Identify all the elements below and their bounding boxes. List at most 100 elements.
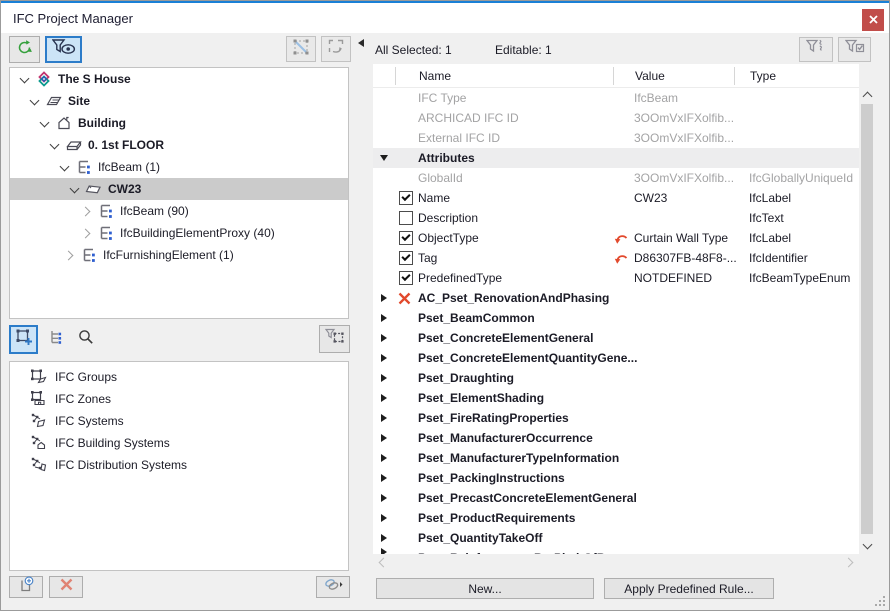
chevron-down-icon[interactable] xyxy=(50,140,60,150)
tree-item-ifcbeam-90[interactable]: IfcBeam (90) xyxy=(10,200,348,222)
table-row[interactable]: GlobalId 3OOmVxIFXolfib... IfcGloballyUniq… xyxy=(373,168,859,188)
triangle-down-icon[interactable] xyxy=(380,155,388,161)
triangle-right-icon[interactable] xyxy=(381,374,387,382)
tree-item-ifcbuildingelementproxy[interactable]: IfcBuildingElementProxy (40) xyxy=(10,222,348,244)
table-row[interactable]: ObjectType Curtain Wall Type IfcLabel xyxy=(373,228,859,248)
triangle-right-icon[interactable] xyxy=(381,434,387,442)
table-pset-row[interactable]: Pset_ManufacturerTypeInformation xyxy=(373,448,859,468)
add-item-button[interactable] xyxy=(9,576,43,598)
apply-predefined-rule-button[interactable]: Apply Predefined Rule... xyxy=(604,578,774,599)
table-pset-row[interactable]: Pset_PrecastConcreteElementGeneral xyxy=(373,488,859,508)
list-item-ifc-building-systems[interactable]: IFC Building Systems xyxy=(10,432,348,454)
chevron-down-icon[interactable] xyxy=(40,118,50,128)
filter-scheme-button[interactable] xyxy=(799,37,833,62)
triangle-right-icon[interactable] xyxy=(381,548,387,554)
triangle-right-icon[interactable] xyxy=(381,394,387,402)
table-pset-row[interactable]: Pset_ReinforcementBarPitchOfBeam xyxy=(373,548,859,554)
column-header-type[interactable]: Type xyxy=(734,66,859,85)
triangle-right-icon[interactable] xyxy=(381,314,387,322)
close-button[interactable] xyxy=(862,9,884,31)
tree-item-ifcbeam-1[interactable]: IfcBeam (1) xyxy=(10,156,348,178)
chevron-down-icon[interactable] xyxy=(60,162,70,172)
horizontal-scrollbar[interactable] xyxy=(373,556,859,568)
scroll-right-icon[interactable] xyxy=(845,558,853,566)
list-item-ifc-groups[interactable]: IFC Groups xyxy=(10,366,348,388)
chevron-right-icon[interactable] xyxy=(65,250,75,260)
collapse-panel-arrow[interactable] xyxy=(358,39,364,47)
tree-item-site[interactable]: Site xyxy=(10,90,348,112)
triangle-right-icon[interactable] xyxy=(381,294,387,302)
table-pset-row[interactable]: Pset_PackingInstructions xyxy=(373,468,859,488)
tree-item-project[interactable]: The S House xyxy=(10,68,348,90)
triangle-right-icon[interactable] xyxy=(381,494,387,502)
table-row[interactable]: PredefinedType NOTDEFINED IfcBeamTypeEnum xyxy=(373,268,859,288)
table-pset-row[interactable]: Pset_ConcreteElementQuantityGene... xyxy=(373,348,859,368)
filter-editable-button[interactable] xyxy=(838,37,871,62)
table-row[interactable]: Name CW23 IfcLabel xyxy=(373,188,859,208)
delete-item-button[interactable] xyxy=(49,576,83,598)
table-group-row-attributes[interactable]: Attributes xyxy=(373,148,859,168)
triangle-right-icon[interactable] xyxy=(381,334,387,342)
table-pset-row[interactable]: Pset_Draughting xyxy=(373,368,859,388)
tree-item-cw23-selected[interactable]: CW23 xyxy=(10,178,348,200)
triangle-right-icon[interactable] xyxy=(381,474,387,482)
filter-visibility-toggle[interactable] xyxy=(45,36,82,63)
tree-item-label: IfcBeam (1) xyxy=(98,160,161,174)
title-bar[interactable]: IFC Project Manager xyxy=(1,3,889,33)
link-flyout-button[interactable] xyxy=(316,576,350,598)
tree-item-ifcfurnishingelement[interactable]: IfcFurnishingElement (1) xyxy=(10,244,348,266)
table-row[interactable]: Tag D86307FB-48F8-... IfcIdentifier xyxy=(373,248,859,268)
triangle-right-icon[interactable] xyxy=(381,534,387,542)
filter-assignments-button[interactable] xyxy=(319,325,350,353)
marquee-link-icon xyxy=(292,38,310,61)
triangle-right-icon[interactable] xyxy=(381,514,387,522)
table-pset-row[interactable]: Pset_ProductRequirements xyxy=(373,508,859,528)
checkbox-unchecked[interactable] xyxy=(399,211,413,225)
chevron-down-icon[interactable] xyxy=(30,96,40,106)
triangle-right-icon[interactable] xyxy=(381,354,387,362)
table-pset-row[interactable]: AC_Pset_RenovationAndPhasing xyxy=(373,288,859,308)
tree-item-building[interactable]: Building xyxy=(10,112,348,134)
checkbox-checked[interactable] xyxy=(399,191,413,205)
column-header-name[interactable]: Name xyxy=(395,66,613,85)
list-item-label: IFC Zones xyxy=(55,392,112,406)
list-item-ifc-zones[interactable]: IFC Zones xyxy=(10,388,348,410)
refresh-button[interactable] xyxy=(9,36,40,63)
checkbox-checked[interactable] xyxy=(399,251,413,265)
table-pset-row[interactable]: Pset_FireRatingProperties xyxy=(373,408,859,428)
table-row[interactable]: External IFC ID 3OOmVxIFXolfib... xyxy=(373,128,859,148)
chevron-right-icon[interactable] xyxy=(82,206,92,216)
resize-grip[interactable] xyxy=(872,593,885,606)
new-ifc-assignment-button[interactable] xyxy=(9,325,38,354)
scroll-left-icon[interactable] xyxy=(377,558,385,566)
ifc-distribution-systems-icon xyxy=(30,456,47,475)
chevron-down-icon[interactable] xyxy=(20,74,30,84)
table-pset-row[interactable]: Pset_ManufacturerOccurrence xyxy=(373,428,859,448)
table-pset-row[interactable]: Pset_BeamCommon xyxy=(373,308,859,328)
vertical-scrollbar[interactable] xyxy=(859,64,875,554)
triangle-right-icon[interactable] xyxy=(381,414,387,422)
chevron-right-icon[interactable] xyxy=(82,228,92,238)
checkbox-checked[interactable] xyxy=(399,271,413,285)
scroll-up-icon[interactable] xyxy=(863,90,871,98)
chevron-down-icon[interactable] xyxy=(70,184,80,194)
table-row[interactable]: IFC Type IfcBeam xyxy=(373,88,859,108)
list-item-ifc-distribution-systems[interactable]: IFC Distribution Systems xyxy=(10,454,348,476)
table-pset-row[interactable]: Pset_QuantityTakeOff xyxy=(373,528,859,548)
new-button[interactable]: New... xyxy=(376,578,594,599)
table-pset-row[interactable]: Pset_ConcreteElementGeneral xyxy=(373,328,859,348)
marquee-selection-button[interactable] xyxy=(321,36,351,62)
search-button[interactable] xyxy=(77,330,94,348)
hierarchy-view-button[interactable] xyxy=(47,331,64,348)
vertical-scrollbar-thumb[interactable] xyxy=(861,104,873,534)
triangle-right-icon[interactable] xyxy=(381,454,387,462)
scroll-down-icon[interactable] xyxy=(863,541,871,549)
select-linked-elements-button[interactable] xyxy=(286,36,316,62)
checkbox-checked[interactable] xyxy=(399,231,413,245)
column-header-value[interactable]: Value xyxy=(613,66,734,85)
table-pset-row[interactable]: Pset_ElementShading xyxy=(373,388,859,408)
table-row[interactable]: Description IfcText xyxy=(373,208,859,228)
table-row[interactable]: ARCHICAD IFC ID 3OOmVxIFXolfib... xyxy=(373,108,859,128)
tree-item-floor[interactable]: 0. 1st FLOOR xyxy=(10,134,348,156)
list-item-ifc-systems[interactable]: IFC Systems xyxy=(10,410,348,432)
